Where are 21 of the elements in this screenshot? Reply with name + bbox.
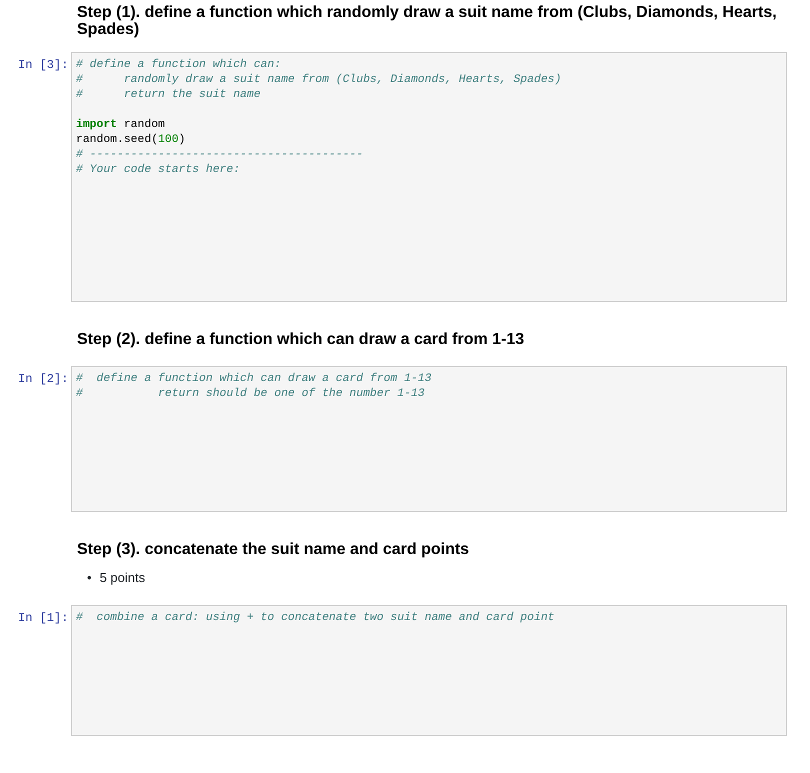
step-heading: Step (2). define a function which can draw a card from 1-13 — [77, 332, 526, 348]
code-line: # combine a card: using + to concatenate two suit name and card point — [76, 611, 554, 626]
bullet-text: 5 points — [100, 569, 146, 588]
code-line: # define a function which can draw a card from 1-13 — [76, 372, 432, 388]
code-input-area[interactable]: # combine a card: using + to concatenate two suit name and card point — [71, 605, 787, 736]
step-heading: Step (1). define a function which randomly draw a suit name from (Clubs, Diamonds, Hearts, Spades) — [77, 5, 778, 39]
code-line: # return should be one of the number 1-13 — [76, 387, 425, 402]
code-line: import random — [76, 118, 165, 133]
cell-prompt: In [3]: — [18, 58, 68, 72]
code-input-area[interactable] — [71, 52, 787, 302]
cell-prompt: In [2]: — [18, 372, 68, 386]
code-line: # ---------------------------------------- — [76, 148, 364, 163]
code-line: random.seed(100) — [76, 132, 186, 148]
cell-prompt: In [1]: — [18, 611, 68, 626]
code-line: # Your code starts here: — [76, 162, 240, 178]
bullet-marker: • — [87, 569, 92, 588]
step-heading: Step (3). concatenate the suit name and card points — [77, 542, 470, 560]
code-line: # define a function which can: — [76, 58, 282, 73]
code-input-area[interactable]: # define a function which can draw a card from 1-13 # return should be one of the number 1-13 — [71, 366, 787, 512]
code-line: # return the suit name — [76, 88, 261, 103]
code-line: # randomly draw a suit name from (Clubs, Diamonds, Hearts, Spades) — [76, 72, 562, 88]
